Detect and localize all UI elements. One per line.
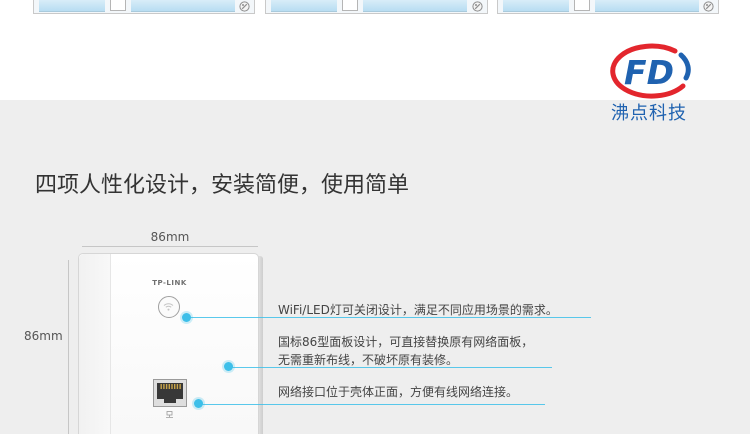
feature-line: 无需重新布线，不破坏原有装修。	[278, 353, 459, 367]
thumbnail-photo-area	[271, 0, 337, 12]
feature-line: WiFi/LED灯可关闭设计，满足不同应用场景的需求。	[278, 303, 558, 317]
thumbnail-product	[574, 0, 590, 11]
thumbnail-product	[110, 0, 126, 11]
company-logo: FD	[605, 42, 691, 102]
network-icon	[166, 411, 173, 418]
thumbnail-photo-area	[131, 0, 235, 12]
thumbnail-image	[497, 0, 719, 14]
callout-dot	[182, 313, 191, 322]
callout-dot	[194, 399, 203, 408]
device-brand-label: TP-LINK	[152, 279, 187, 287]
callout-dot	[224, 362, 233, 371]
feature-line: 国标86型面板设计，可直接替换原有网络面板，	[278, 335, 534, 349]
circle-badge-icon	[703, 1, 714, 12]
feature-text-led: WiFi/LED灯可关闭设计，满足不同应用场景的需求。	[278, 301, 558, 319]
height-dimension-line	[68, 260, 69, 434]
circle-badge-icon	[472, 1, 483, 12]
circle-badge-icon	[239, 1, 250, 12]
width-dimension-label: 86mm	[150, 230, 190, 244]
wifi-icon	[163, 303, 174, 311]
logo-ring-blue	[678, 52, 691, 81]
logo-lettering: FD	[624, 53, 674, 92]
section-heading: 四项人性化设计，安装简便，使用简单	[35, 173, 410, 198]
ethernet-port-icon	[153, 379, 187, 407]
thumbnail-product	[342, 0, 358, 11]
thumbnail-photo-area	[363, 0, 467, 12]
feature-text-port: 网络接口位于壳体正面，方便有线网络连接。	[278, 383, 518, 401]
wall-panel-device: TP-LINK	[78, 253, 259, 434]
thumbnail-photo-area	[39, 0, 105, 12]
thumbnail-image	[33, 0, 255, 14]
company-name: 沸点科技	[611, 103, 687, 124]
feature-text-panel: 国标86型面板设计，可直接替换原有网络面板， 无需重新布线，不破坏原有装修。	[278, 333, 533, 369]
width-dimension-line	[82, 246, 258, 247]
thumbnail-photo-area	[503, 0, 569, 12]
callout-line	[198, 404, 545, 405]
feature-line: 网络接口位于壳体正面，方便有线网络连接。	[278, 385, 519, 399]
height-dimension-label: 86mm	[24, 329, 63, 343]
thumbnail-photo-area	[595, 0, 699, 12]
product-detail-page: FD 沸点科技 四项人性化设计，安装简便，使用简单 86mm 86mm TP-L…	[0, 0, 750, 434]
wifi-led-button	[158, 296, 180, 318]
thumbnail-image	[265, 0, 488, 14]
